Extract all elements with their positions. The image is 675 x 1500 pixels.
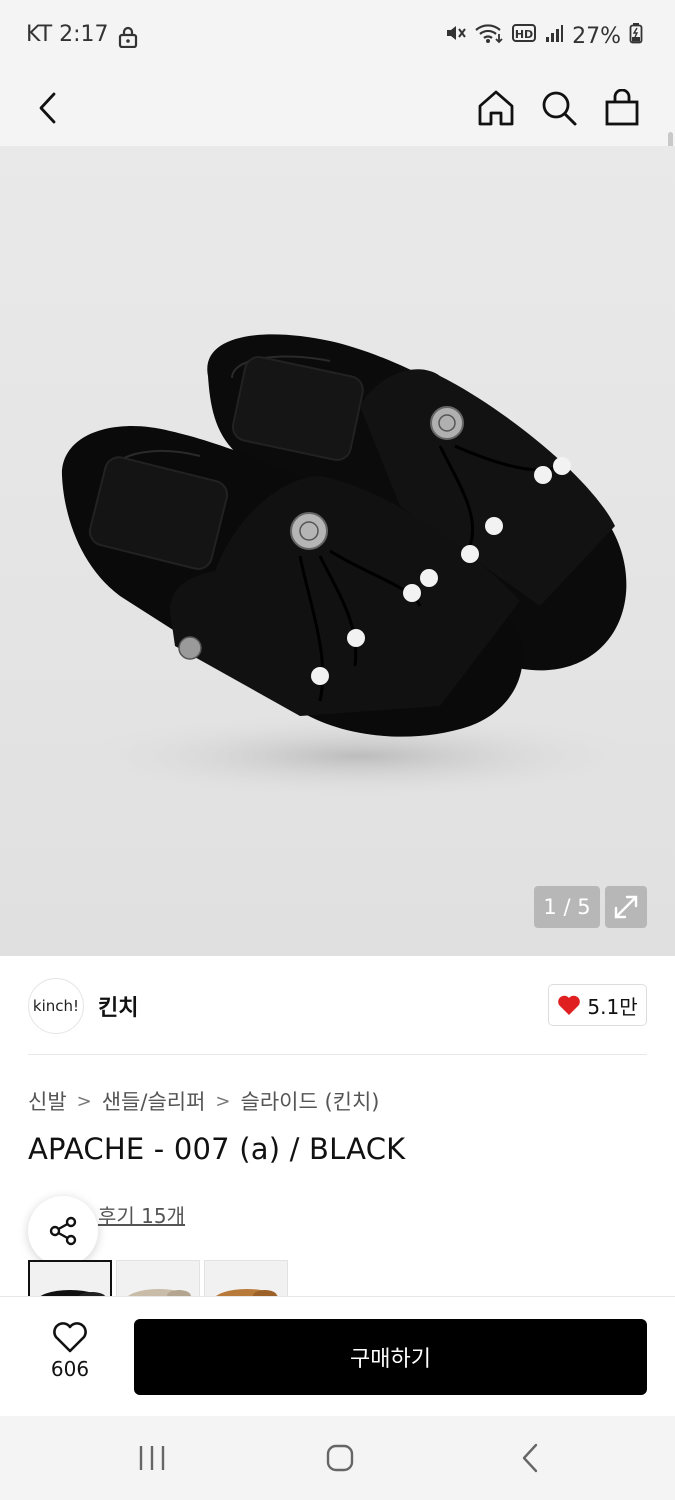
buy-button[interactable]: 구매하기 [134,1319,647,1395]
back-nav-button[interactable] [506,1436,554,1480]
heart-filled-icon [558,995,581,1015]
svg-text:HD: HD [515,28,533,41]
breadcrumb-item[interactable]: 신발 [28,1086,67,1116]
breadcrumb-separator: > [215,1090,231,1112]
brand-like-count: 5.1만 [587,994,638,1019]
breadcrumb-separator: > [76,1090,92,1112]
home-nav-button[interactable] [316,1436,364,1480]
wifi-icon [474,22,504,50]
color-variant-thumbnails [28,1260,288,1300]
product-image [60,334,660,801]
status-bar: KT 2:17 HD 27% [0,0,675,76]
home-button[interactable] [468,80,524,136]
shopping-bag-icon [605,89,639,126]
variant-thumbnail-black[interactable] [28,1260,112,1300]
variant-thumbnail-brown[interactable] [204,1260,288,1300]
heart-outline-icon [53,1322,87,1353]
wishlist-count: 606 [50,1357,90,1381]
battery-icon [629,22,643,50]
breadcrumb-item[interactable]: 슬라이드 (킨치) [241,1086,380,1116]
search-icon [542,91,577,126]
recent-apps-icon [139,1446,165,1470]
recent-apps-button[interactable] [128,1436,176,1480]
variant-thumbnail-beige[interactable] [116,1260,200,1300]
back-icon [39,92,56,124]
breadcrumb: 신발 > 샌들/슬리퍼 > 슬라이드 (킨치) [28,1086,380,1116]
reviews-link[interactable]: 후기 15개 [98,1200,185,1229]
product-title: APACHE - 007 (a) / BLACK [28,1132,406,1166]
battery-level: 27% [572,23,621,49]
expand-icon [614,895,638,919]
brand-logo-text: kinch! [32,997,80,1015]
hd-icon: HD [512,23,537,49]
divider [28,1054,647,1055]
status-time: KT 2:17 [26,22,109,47]
expand-button[interactable] [605,886,647,928]
cart-button[interactable] [594,80,650,136]
home-nav-icon [326,1444,354,1472]
home-icon [478,90,514,126]
purchase-bar: 606 구매하기 [0,1296,675,1416]
wishlist-button[interactable]: 606 [30,1321,110,1381]
back-button[interactable] [20,80,76,136]
back-nav-icon [522,1443,538,1473]
breadcrumb-item[interactable]: 샌들/슬리퍼 [102,1086,206,1116]
share-icon [49,1216,77,1246]
brand-logo[interactable]: kinch! [28,978,84,1034]
lock-icon [118,26,138,52]
product-info: kinch! 킨치 5.1만 신발 > 샌들/슬리퍼 > 슬라이드 (킨치) A… [0,956,675,1300]
signal-icon [544,23,564,49]
share-button[interactable] [28,1196,98,1266]
top-navigation [0,76,675,227]
brand-name[interactable]: 킨치 [98,990,138,1022]
search-button[interactable] [531,80,587,136]
mute-icon [444,22,466,50]
system-navigation-bar [0,1416,675,1500]
image-counter: 1 / 5 [534,886,600,928]
product-image-gallery[interactable]: 1 / 5 [0,146,675,956]
brand-like-button[interactable]: 5.1만 [548,984,647,1026]
